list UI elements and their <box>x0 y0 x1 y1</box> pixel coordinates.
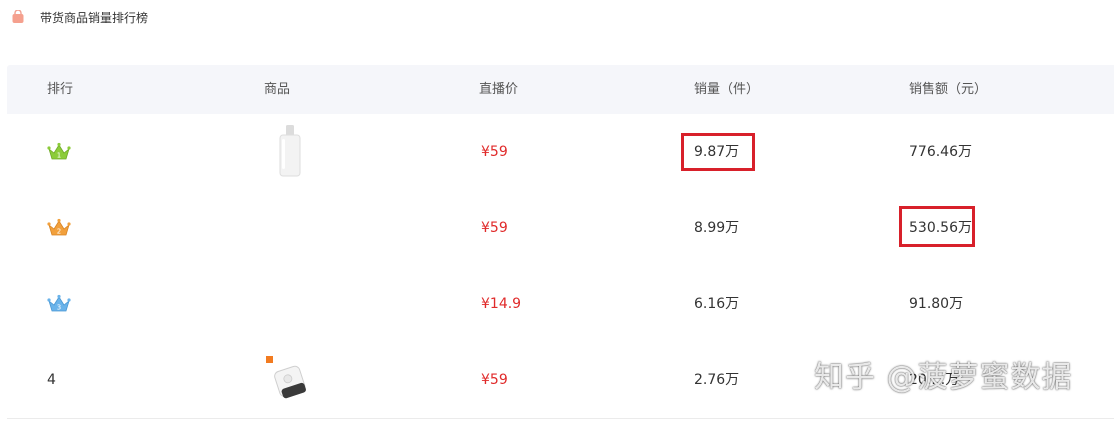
shopping-bag-icon <box>12 10 24 23</box>
revenue: 91.80万 <box>909 296 964 312</box>
smart-plug-image <box>266 356 306 399</box>
header-revenue: 销售额（元） <box>909 82 988 97</box>
crown-orange-icon: 2 <box>47 218 71 236</box>
rank-number: 2 <box>57 228 61 236</box>
table-row[interactable]: 2 ¥59 8.99万 530.56万 <box>7 190 1114 267</box>
table-row[interactable]: 1 ¥59 9.87万 776.46万 <box>7 114 1114 191</box>
header-rank: 排行 <box>47 82 74 97</box>
soap-dispenser-image <box>279 125 301 177</box>
sales-volume: 6.16万 <box>694 296 740 312</box>
section-title: 带货商品销量排行榜 <box>40 11 149 25</box>
crown-green-icon: 1 <box>47 142 71 160</box>
highlight-box <box>681 133 755 171</box>
rank-number: 1 <box>57 152 61 160</box>
header-live-price: 直播价 <box>479 82 519 97</box>
highlight-box <box>899 206 975 247</box>
header-product: 商品 <box>264 82 291 97</box>
table-row[interactable]: 3 ¥14.9 6.16万 91.80万 <box>7 266 1114 343</box>
header-sales-volume: 销量（件） <box>694 82 760 97</box>
sales-volume: 8.99万 <box>694 220 740 236</box>
revenue: 776.46万 <box>909 144 972 160</box>
live-price: ¥59 <box>481 144 508 160</box>
crown-blue-icon: 3 <box>47 294 71 312</box>
section-header: 带货商品销量排行榜 <box>0 0 1114 40</box>
live-price: ¥14.9 <box>481 296 522 312</box>
live-price: ¥59 <box>481 220 508 236</box>
rank-number: 3 <box>57 304 61 312</box>
zhihu-watermark: 知乎 @菠萝蜜数据 <box>814 360 1073 395</box>
rank-number: 4 <box>47 372 56 388</box>
sales-volume: 2.76万 <box>694 372 740 388</box>
live-price: ¥59 <box>481 372 508 388</box>
table-header: 排行 商品 直播价 销量（件） 销售额（元） <box>7 65 1114 114</box>
